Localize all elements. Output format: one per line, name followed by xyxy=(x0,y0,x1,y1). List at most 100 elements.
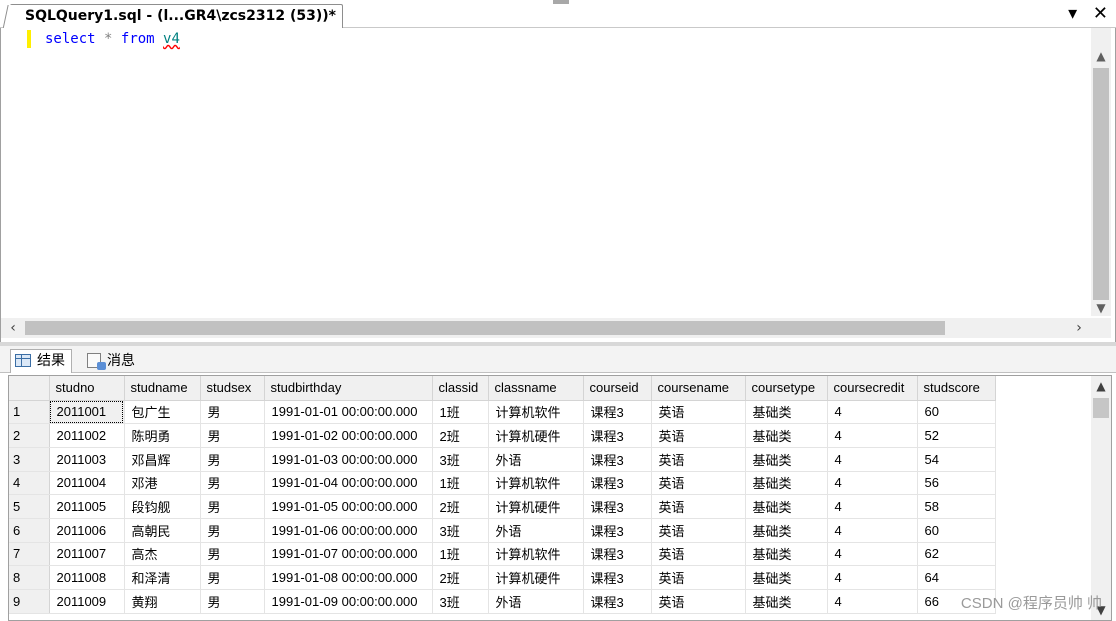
query-tab[interactable]: SQLQuery1.sql - (l...GR4\zcs2312 (53))* xyxy=(10,4,343,29)
grid-cell[interactable]: 英语 xyxy=(651,471,746,496)
grid-cell[interactable]: 1991-01-02 00:00:00.000 xyxy=(264,423,433,448)
table-row[interactable]: 4 2011004 邓港男 1991-01-04 00:00:00.000 1班 计算机软… xyxy=(9,471,996,496)
scrollbar-thumb[interactable] xyxy=(25,321,945,335)
splitter-grip[interactable] xyxy=(553,0,569,4)
row-number[interactable]: 8 xyxy=(9,565,50,590)
results-grid[interactable]: studno studname studsex studbirthday classid… xyxy=(8,375,1112,621)
column-header[interactable]: studno xyxy=(49,376,125,401)
grid-cell[interactable]: 52 xyxy=(917,423,996,448)
grid-cell[interactable]: 60 xyxy=(917,518,996,543)
grid-cell[interactable]: 英语 xyxy=(651,518,746,543)
grid-cell[interactable]: 4 xyxy=(827,542,918,567)
grid-cell[interactable]: 2011005 xyxy=(49,494,125,519)
scroll-up-icon[interactable]: ▲ xyxy=(1091,46,1111,66)
grid-cell[interactable]: 1991-01-01 00:00:00.000 xyxy=(264,400,433,425)
grid-cell[interactable]: 高朝民 xyxy=(124,518,201,543)
grid-cell[interactable]: 计算机软件 xyxy=(488,471,584,496)
scroll-left-icon[interactable]: ‹ xyxy=(3,318,23,338)
grid-cell[interactable]: 基础类 xyxy=(745,447,828,472)
row-number-header[interactable] xyxy=(9,376,50,401)
grid-cell[interactable]: 男 xyxy=(200,565,265,590)
grid-cell[interactable]: 课程3 xyxy=(583,471,652,496)
grid-cell[interactable]: 基础类 xyxy=(745,423,828,448)
grid-cell[interactable]: 54 xyxy=(917,447,996,472)
grid-cell[interactable]: 2011003 xyxy=(49,447,125,472)
grid-cell[interactable]: 56 xyxy=(917,471,996,496)
column-header[interactable]: coursecredit xyxy=(827,376,918,401)
grid-cell[interactable]: 男 xyxy=(200,518,265,543)
grid-cell[interactable]: 4 xyxy=(827,565,918,590)
grid-cell[interactable]: 64 xyxy=(917,565,996,590)
grid-cell[interactable]: 3班 xyxy=(432,518,489,543)
grid-cell[interactable]: 基础类 xyxy=(745,565,828,590)
tab-messages[interactable]: 消息 xyxy=(82,349,142,373)
column-header[interactable]: classname xyxy=(488,376,584,401)
table-row[interactable]: 6 2011006 高朝民男 1991-01-06 00:00:00.000 3班 外语课… xyxy=(9,518,996,543)
editor-vertical-scrollbar[interactable]: ▲ ▼ xyxy=(1091,28,1111,316)
grid-cell[interactable]: 外语 xyxy=(488,518,584,543)
grid-cell[interactable]: 3班 xyxy=(432,447,489,472)
grid-cell[interactable]: 2011007 xyxy=(49,542,125,567)
table-row[interactable]: 2 2011002 陈明勇男 1991-01-02 00:00:00.000 2班 计算机… xyxy=(9,423,996,448)
grid-cell[interactable]: 2011008 xyxy=(49,565,125,590)
grid-cell[interactable]: 基础类 xyxy=(745,494,828,519)
grid-cell[interactable]: 1班 xyxy=(432,542,489,567)
grid-cell[interactable]: 计算机硬件 xyxy=(488,565,584,590)
grid-cell[interactable]: 课程3 xyxy=(583,400,652,425)
grid-cell[interactable]: 4 xyxy=(827,589,918,614)
grid-cell[interactable]: 外语 xyxy=(488,447,584,472)
grid-cell[interactable]: 英语 xyxy=(651,447,746,472)
grid-cell[interactable]: 男 xyxy=(200,471,265,496)
grid-cell[interactable]: 1991-01-03 00:00:00.000 xyxy=(264,447,433,472)
grid-cell[interactable]: 4 xyxy=(827,447,918,472)
grid-cell[interactable]: 2011001 xyxy=(49,400,125,425)
row-number[interactable]: 6 xyxy=(9,518,50,543)
row-number[interactable]: 3 xyxy=(9,447,50,472)
tab-dropdown-icon[interactable]: ▾ xyxy=(1068,4,1077,24)
table-row[interactable]: 1 2011001 包广生男 1991-01-01 00:00:00.000 1班 计算机… xyxy=(9,400,996,425)
grid-cell[interactable]: 基础类 xyxy=(745,542,828,567)
grid-cell[interactable]: 基础类 xyxy=(745,589,828,614)
grid-cell[interactable]: 4 xyxy=(827,400,918,425)
row-number[interactable]: 7 xyxy=(9,542,50,567)
grid-cell[interactable]: 课程3 xyxy=(583,494,652,519)
tab-results[interactable]: 结果 xyxy=(10,349,72,373)
grid-cell[interactable]: 课程3 xyxy=(583,565,652,590)
grid-cell[interactable]: 2班 xyxy=(432,565,489,590)
grid-cell[interactable]: 高杰 xyxy=(124,542,201,567)
editor-horizontal-scrollbar[interactable]: ‹ › xyxy=(1,318,1111,338)
grid-cell[interactable]: 英语 xyxy=(651,423,746,448)
grid-cell[interactable]: 4 xyxy=(827,518,918,543)
column-header[interactable]: courseid xyxy=(583,376,652,401)
grid-vertical-scrollbar[interactable]: ▲ ▼ xyxy=(1091,376,1111,620)
grid-cell[interactable]: 邓昌辉 xyxy=(124,447,201,472)
grid-cell[interactable]: 男 xyxy=(200,589,265,614)
grid-cell[interactable]: 4 xyxy=(827,494,918,519)
grid-cell[interactable]: 1991-01-08 00:00:00.000 xyxy=(264,565,433,590)
column-header[interactable]: studname xyxy=(124,376,201,401)
grid-cell[interactable]: 1991-01-07 00:00:00.000 xyxy=(264,542,433,567)
scroll-right-icon[interactable]: › xyxy=(1069,318,1089,338)
column-header[interactable]: studscore xyxy=(917,376,996,401)
table-row[interactable]: 8 2011008 和泽清男 1991-01-08 00:00:00.000 2班 计算机… xyxy=(9,565,996,590)
row-number[interactable]: 4 xyxy=(9,471,50,496)
grid-cell[interactable]: 课程3 xyxy=(583,447,652,472)
grid-cell[interactable]: 男 xyxy=(200,494,265,519)
code-line[interactable]: select * from v4 xyxy=(45,30,180,48)
grid-cell[interactable]: 1班 xyxy=(432,471,489,496)
row-number[interactable]: 9 xyxy=(9,589,50,614)
grid-cell[interactable]: 男 xyxy=(200,423,265,448)
column-header[interactable]: studbirthday xyxy=(264,376,433,401)
grid-cell[interactable]: 邓港 xyxy=(124,471,201,496)
column-header[interactable]: coursetype xyxy=(745,376,828,401)
grid-cell[interactable]: 2班 xyxy=(432,423,489,448)
grid-cell[interactable]: 黄翔 xyxy=(124,589,201,614)
grid-cell[interactable]: 基础类 xyxy=(745,400,828,425)
grid-cell[interactable]: 2011002 xyxy=(49,423,125,448)
grid-cell[interactable]: 2011004 xyxy=(49,471,125,496)
grid-cell[interactable]: 2班 xyxy=(432,494,489,519)
row-number[interactable]: 1 xyxy=(9,400,50,425)
scrollbar-thumb[interactable] xyxy=(1093,68,1109,300)
grid-cell[interactable]: 基础类 xyxy=(745,471,828,496)
grid-cell[interactable]: 58 xyxy=(917,494,996,519)
